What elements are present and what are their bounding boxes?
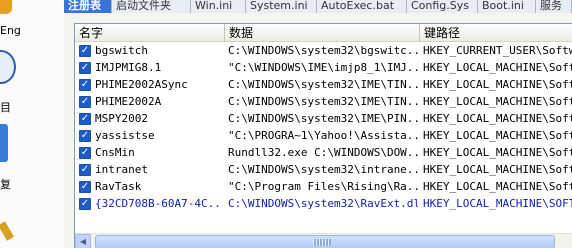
tab-boot-ini[interactable]: Boot.ini — [478, 0, 536, 13]
warning-icon — [0, 0, 12, 14]
tab-autoexec-bat[interactable]: AutoExec.bat — [317, 0, 407, 13]
enable-checkbox[interactable]: ✓ — [79, 79, 91, 91]
item-name: PHIME2002A — [95, 95, 162, 108]
item-key-path: HKEY_LOCAL_MACHINE\Softw — [423, 163, 572, 176]
list-item[interactable]: ✓ PHIME2002A C:\WINDOWS\system32\IME\TIN… — [75, 93, 572, 110]
item-data: C:\WINDOWS\system32\intrane... — [228, 163, 418, 176]
column-header-name[interactable]: 名字 — [75, 24, 225, 42]
list-item[interactable]: ✓ MSPY2002 C:\WINDOWS\system32\IME\PIN..… — [75, 110, 572, 127]
list-item[interactable]: ✓ CnsMin Rundll32.exe C:\WINDOWS\DOW... … — [75, 144, 572, 161]
item-data: C:\WINDOWS\system32\RavExt.dll — [228, 197, 418, 210]
tab-strip: 注册表 启动文件夹 Win.ini System.ini AutoExec.ba… — [64, 0, 572, 13]
list-item[interactable]: ✓ intranet C:\WINDOWS\system32\intrane..… — [75, 161, 572, 178]
sidebar-label-restore[interactable]: 复 — [0, 176, 11, 192]
list-item[interactable]: ✓ yassistse "C:\PROGRA~1\Yahoo!\Assista.… — [75, 127, 572, 144]
item-name: PHIME2002ASync — [95, 78, 188, 91]
item-name: intranet — [95, 163, 148, 176]
list-item[interactable]: ✓ {32CD708B-60A7-4C... C:\WINDOWS\system… — [75, 195, 572, 212]
item-key-path: HKEY_LOCAL_MACHINE\Softw — [423, 95, 572, 108]
horizontal-scrollbar[interactable]: ◀ — [75, 233, 572, 248]
sidebar-label-item[interactable]: 目 — [0, 99, 11, 115]
left-sidebar: Eng 目 复 — [0, 0, 64, 248]
scrollbar-thumb[interactable] — [95, 235, 555, 248]
item-data: C:\WINDOWS\system32\IME\TIN... — [228, 95, 418, 108]
item-data: "C:\PROGRA~1\Yahoo!\Assista... — [228, 129, 418, 142]
list-item[interactable]: ✓ IMJPMIG8.1 "C:\WINDOWS\IME\imjp8_1\IMJ… — [75, 59, 572, 76]
disk-icon[interactable] — [0, 124, 8, 162]
tab-config-sys[interactable]: Config.Sys — [407, 0, 478, 13]
item-data: "C:\WINDOWS\IME\imjp8_1\IMJ... — [228, 61, 418, 74]
item-name: MSPY2002 — [95, 112, 148, 125]
enable-checkbox[interactable]: ✓ — [79, 147, 91, 159]
item-data: "C:\Program Files\Rising\Ra... — [228, 180, 418, 193]
enable-checkbox[interactable]: ✓ — [79, 198, 91, 210]
startup-list[interactable]: 名字 数据 键路径 ✓ bgswitch C:\WINDOWS\system32… — [74, 23, 572, 248]
item-data: C:\WINDOWS\system32\bgswitc... — [228, 44, 418, 57]
item-key-path: HKEY_LOCAL_MACHINE\Softw — [423, 78, 572, 91]
item-key-path: HKEY_LOCAL_MACHINE\Softw — [423, 180, 572, 193]
tab-win-ini[interactable]: Win.ini — [191, 0, 246, 13]
item-key-path: HKEY_LOCAL_MACHINE\Softw — [423, 61, 572, 74]
item-data: C:\WINDOWS\system32\IME\TIN... — [228, 78, 418, 91]
item-key-path: HKEY_LOCAL_MACHINE\Softw — [423, 129, 572, 142]
tab-system-ini[interactable]: System.ini — [246, 0, 317, 13]
item-name: RavTask — [95, 180, 142, 193]
enable-checkbox[interactable]: ✓ — [79, 96, 91, 108]
tab-services[interactable]: 服务 — [536, 0, 572, 13]
item-name: IMJPMIG8.1 — [95, 61, 162, 74]
item-key-path: HKEY_LOCAL_MACHINE\SOFTW — [423, 197, 572, 210]
column-header-key-path[interactable]: 键路径 — [420, 24, 572, 42]
item-name: yassistse — [95, 129, 155, 142]
scroll-left-arrow-icon[interactable]: ◀ — [75, 234, 91, 248]
item-data: C:\WINDOWS\system32\IME\PIN... — [228, 112, 418, 125]
item-name: CnsMin — [95, 146, 135, 159]
item-name: bgswitch — [95, 44, 148, 57]
grip-icon — [313, 239, 331, 246]
enable-checkbox[interactable]: ✓ — [79, 45, 91, 57]
enable-checkbox[interactable]: ✓ — [79, 164, 91, 176]
enable-checkbox[interactable]: ✓ — [79, 113, 91, 125]
item-key-path: HKEY_LOCAL_MACHINE\Softw — [423, 112, 572, 125]
item-name: {32CD708B-60A7-4C... — [95, 197, 223, 210]
registry-panel: 名字 数据 键路径 ✓ bgswitch C:\WINDOWS\system32… — [64, 13, 572, 248]
pencil-icon[interactable] — [0, 221, 14, 241]
sidebar-label-eng[interactable]: Eng — [0, 24, 21, 37]
enable-checkbox[interactable]: ✓ — [79, 62, 91, 74]
enable-checkbox[interactable]: ✓ — [79, 181, 91, 193]
tab-registry[interactable]: 注册表 — [64, 0, 112, 13]
item-key-path: HKEY_CURRENT_USER\Softwa — [423, 44, 572, 57]
list-item[interactable]: ✓ RavTask "C:\Program Files\Rising\Ra...… — [75, 178, 572, 195]
list-item[interactable]: ✓ PHIME2002ASync C:\WINDOWS\system32\IME… — [75, 76, 572, 93]
item-data: Rundll32.exe C:\WINDOWS\DOW... — [228, 146, 418, 159]
enable-checkbox[interactable]: ✓ — [79, 130, 91, 142]
list-header: 名字 数据 键路径 — [75, 24, 572, 42]
item-key-path: HKEY_LOCAL_MACHINE\Softw — [423, 146, 572, 159]
tab-startup-folder[interactable]: 启动文件夹 — [112, 0, 191, 13]
list-item[interactable]: ✓ bgswitch C:\WINDOWS\system32\bgswitc..… — [75, 42, 572, 59]
column-header-data[interactable]: 数据 — [225, 24, 420, 42]
clock-icon[interactable] — [0, 50, 16, 84]
